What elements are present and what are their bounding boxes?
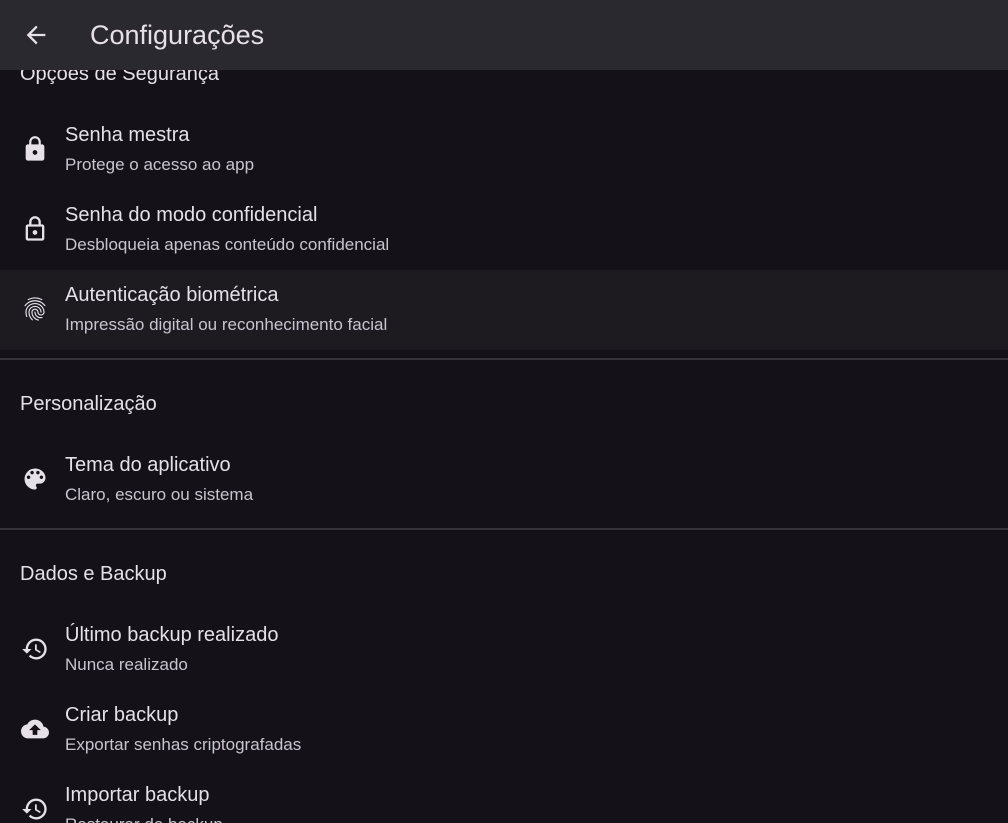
setting-title: Autenticação biométrica <box>65 284 279 306</box>
cloud-upload-icon <box>21 715 49 743</box>
setting-title: Importar backup <box>65 784 210 806</box>
setting-item-biometric-auth[interactable]: Autenticação biométrica Impressão digita… <box>0 270 1008 350</box>
section-divider <box>0 358 1008 360</box>
section-header-backup: Dados e Backup <box>20 563 167 585</box>
setting-subtitle: Desbloqueia apenas conteúdo confidencial <box>65 235 390 254</box>
section-divider <box>0 528 1008 530</box>
setting-subtitle: Nunca realizado <box>65 655 188 674</box>
setting-title: Senha mestra <box>65 124 190 146</box>
back-button[interactable] <box>18 17 54 53</box>
fingerprint-icon <box>21 295 49 323</box>
setting-item-import-backup[interactable]: Importar backup Restaurar de backup <box>0 770 1008 823</box>
restore-icon <box>21 795 49 823</box>
setting-subtitle: Impressão digital ou reconhecimento faci… <box>65 315 388 334</box>
section-header-personalization: Personalização <box>20 393 157 415</box>
setting-item-confidential-password[interactable]: Senha do modo confidencial Desbloqueia a… <box>0 190 1008 270</box>
palette-icon <box>21 465 49 493</box>
settings-screen: Opções de Segurança Senha mestra Protege… <box>0 0 1008 823</box>
setting-title: Senha do modo confidencial <box>65 204 318 226</box>
setting-title: Criar backup <box>65 704 179 726</box>
lock-filled-icon <box>21 135 49 163</box>
setting-title: Último backup realizado <box>65 624 279 646</box>
setting-item-last-backup[interactable]: Último backup realizado Nunca realizado <box>0 610 1008 690</box>
setting-title: Tema do aplicativo <box>65 454 231 476</box>
arrow-back-icon <box>26 25 46 45</box>
history-icon <box>21 635 49 663</box>
setting-subtitle: Protege o acesso ao app <box>65 155 255 174</box>
setting-item-create-backup[interactable]: Criar backup Exportar senhas criptografa… <box>0 690 1008 770</box>
setting-item-app-theme[interactable]: Tema do aplicativo Claro, escuro ou sist… <box>0 440 1008 520</box>
setting-subtitle: Exportar senhas criptografadas <box>65 735 302 754</box>
page-title: Configurações <box>90 20 265 50</box>
setting-subtitle: Claro, escuro ou sistema <box>65 485 254 504</box>
setting-subtitle: Restaurar de backup <box>65 814 223 823</box>
top-app-bar: Configurações <box>0 0 1008 70</box>
setting-item-master-password[interactable]: Senha mestra Protege o acesso ao app <box>0 110 1008 190</box>
lock-outline-icon <box>21 215 49 243</box>
